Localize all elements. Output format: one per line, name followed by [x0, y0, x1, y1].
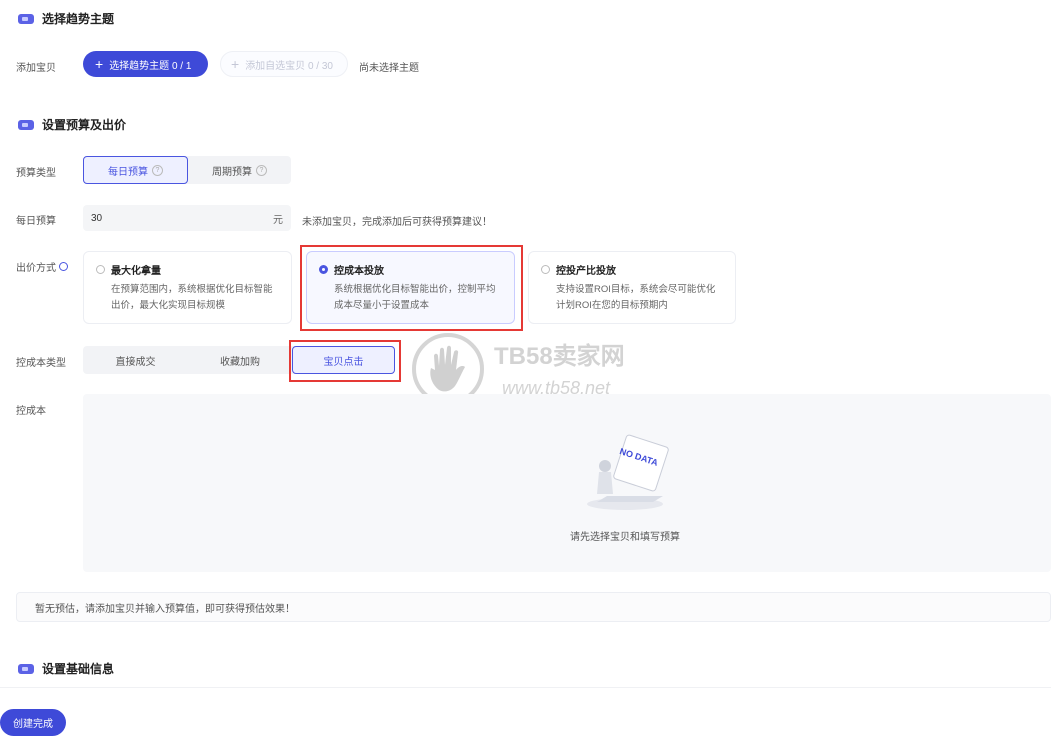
divider	[0, 687, 1051, 688]
empty-state-text: 请先选择宝贝和填写预算	[570, 532, 680, 543]
highlight-box	[289, 340, 401, 382]
daily-budget-input[interactable]: 30 元	[83, 205, 291, 231]
section-title-trend: 选择趋势主题	[18, 10, 114, 27]
section-title-budget: 设置预算及出价	[18, 116, 126, 133]
cost-type-favorite-cart[interactable]: 收藏加购	[188, 346, 292, 374]
help-icon: ?	[152, 164, 163, 176]
section-icon	[18, 119, 34, 130]
add-custom-item-button[interactable]: + 添加自选宝贝 0 / 30	[220, 51, 348, 77]
radio-button[interactable]	[96, 265, 105, 274]
help-icon: ?	[256, 164, 267, 176]
cost-label: 控成本	[16, 406, 46, 417]
no-data-illustration	[583, 432, 673, 512]
bid-card-control-cost[interactable]: 控成本投放 系统根据优化目标智能出价，控制平均成本尽量小于设置成本	[306, 251, 515, 324]
info-icon	[59, 262, 68, 271]
estimate-bar: 暂无预估，请添加宝贝并输入预算值，即可获得预估效果！	[16, 592, 1051, 622]
bid-card-roi[interactable]: 控投产比投放 支持设置ROI目标，系统会尽可能优化计划ROI在您的目标预期内	[528, 251, 736, 324]
budget-type-daily[interactable]: 每日预算?	[83, 156, 188, 184]
bid-method-label: 出价方式	[16, 259, 68, 274]
currency-unit: 元	[273, 214, 283, 226]
cost-empty-panel: NO DATA 请先选择宝贝和填写预算	[83, 394, 1051, 572]
section-icon	[18, 13, 34, 24]
budget-type-period[interactable]: 周期预算?	[188, 156, 291, 184]
bid-card-max-volume[interactable]: 最大化拿量 在预算范围内，系统根据优化目标智能出价，最大化实现目标规模	[83, 251, 292, 324]
daily-budget-label: 每日预算	[16, 216, 56, 227]
budget-hint: 未添加宝贝，完成添加后可获得预算建议！	[302, 217, 492, 228]
cost-type-label: 控成本类型	[16, 358, 66, 369]
section-icon	[18, 663, 34, 674]
no-theme-hint: 尚未选择主题	[359, 63, 419, 74]
create-complete-button[interactable]: 创建完成	[0, 709, 66, 736]
add-item-label: 添加宝贝	[16, 63, 56, 74]
budget-type-segment: 每日预算? 周期预算?	[83, 156, 291, 184]
plus-icon: +	[95, 56, 104, 72]
plus-icon: +	[231, 56, 240, 72]
radio-button[interactable]	[541, 265, 550, 274]
budget-type-label: 预算类型	[16, 168, 56, 179]
cost-type-direct-deal[interactable]: 直接成交	[83, 346, 188, 374]
watermark-brand: TB58卖家网	[494, 343, 625, 370]
select-trend-button[interactable]: + 选择趋势主题 0 / 1	[83, 51, 208, 77]
section-title-basic-info: 设置基础信息	[18, 660, 114, 677]
radio-button-selected[interactable]	[319, 265, 328, 274]
